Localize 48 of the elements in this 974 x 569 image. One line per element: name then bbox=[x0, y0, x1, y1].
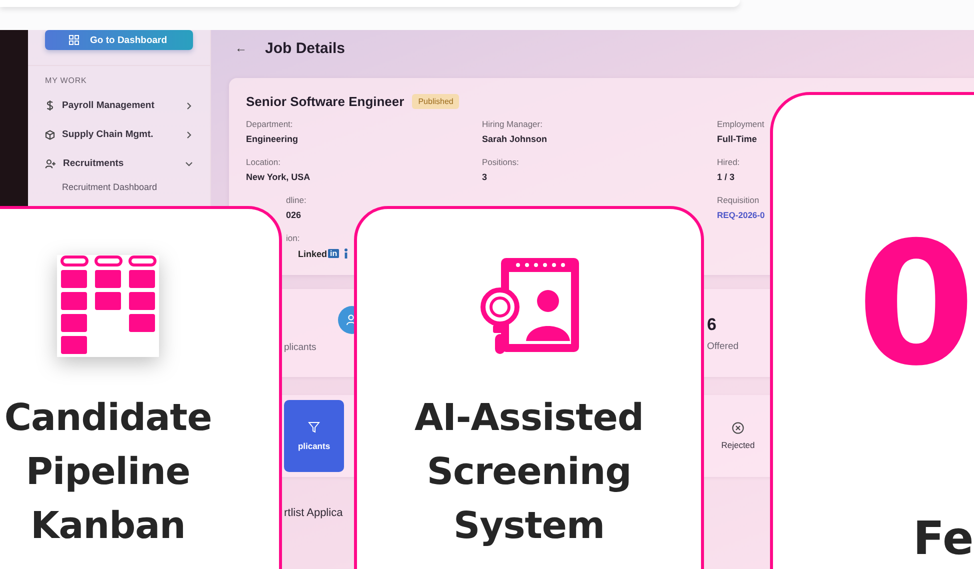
stat-label: Offered bbox=[707, 340, 740, 352]
field-label: Department: bbox=[246, 119, 294, 129]
field-label: ion: bbox=[286, 233, 301, 243]
dollar-icon bbox=[45, 100, 55, 111]
field-value: 1 / 3 bbox=[717, 172, 736, 182]
field-value: 3 bbox=[482, 172, 488, 182]
field-value: Full-Time bbox=[717, 134, 758, 144]
linkedin-logo[interactable]: Linked in bbox=[298, 248, 340, 258]
field-label: dline: bbox=[286, 195, 308, 205]
section-title: rtlist Applica bbox=[284, 507, 344, 519]
filter-icon bbox=[308, 421, 320, 433]
requisition-link[interactable]: REQ-2026-0 bbox=[717, 210, 765, 220]
stat-label: plicants bbox=[284, 342, 316, 352]
chevron-icon[interactable] bbox=[185, 160, 193, 168]
filter-button[interactable]: plicants bbox=[284, 400, 344, 472]
field-label: Employment bbox=[717, 119, 766, 129]
section-label: MY WORK bbox=[45, 76, 88, 85]
sidebar-item[interactable]: Recruitments bbox=[28, 149, 210, 178]
feature-title: Candidate Pipeline Kanban bbox=[3, 395, 213, 549]
status-badge: Published bbox=[412, 94, 460, 109]
field-value: Sarah Johnson bbox=[482, 134, 548, 144]
back-button[interactable]: ← bbox=[235, 41, 247, 55]
field-label: Positions: bbox=[482, 157, 520, 167]
field-label: Location: bbox=[246, 157, 282, 167]
chevron-icon[interactable] bbox=[185, 102, 193, 110]
feature-number: 0 bbox=[857, 220, 974, 390]
close-circle-icon bbox=[732, 422, 744, 434]
grid-icon bbox=[69, 35, 79, 45]
sidebar-item[interactable]: Payroll Management bbox=[28, 91, 210, 120]
field-label: Hired: bbox=[717, 157, 741, 167]
field-label: Requisition bbox=[717, 195, 760, 205]
rejected-tab[interactable]: Rejected bbox=[713, 422, 763, 450]
chevron-icon[interactable] bbox=[185, 130, 193, 138]
sidebar-subitem[interactable]: Recruitment Dashboard bbox=[28, 178, 210, 192]
feature-caption: Fe bbox=[913, 515, 974, 561]
field-value: Engineering bbox=[246, 134, 300, 144]
field-label: Hiring Manager: bbox=[482, 119, 544, 129]
box-icon bbox=[45, 130, 55, 140]
job-title: Senior Software Engineer bbox=[246, 94, 404, 109]
field-value: New York, USA bbox=[246, 172, 312, 182]
field-value: 026 bbox=[286, 210, 302, 220]
dashboard-button[interactable]: Go to Dashboard bbox=[45, 30, 193, 50]
user-plus-icon bbox=[45, 158, 56, 168]
feature-title: AI-Assisted Screening System bbox=[414, 395, 644, 549]
stat-value: 6 bbox=[707, 314, 718, 334]
info-icon[interactable] bbox=[343, 248, 350, 259]
sidebar-item[interactable]: Supply Chain Mgmt. bbox=[28, 120, 210, 149]
page-title: Job Details bbox=[265, 40, 346, 56]
